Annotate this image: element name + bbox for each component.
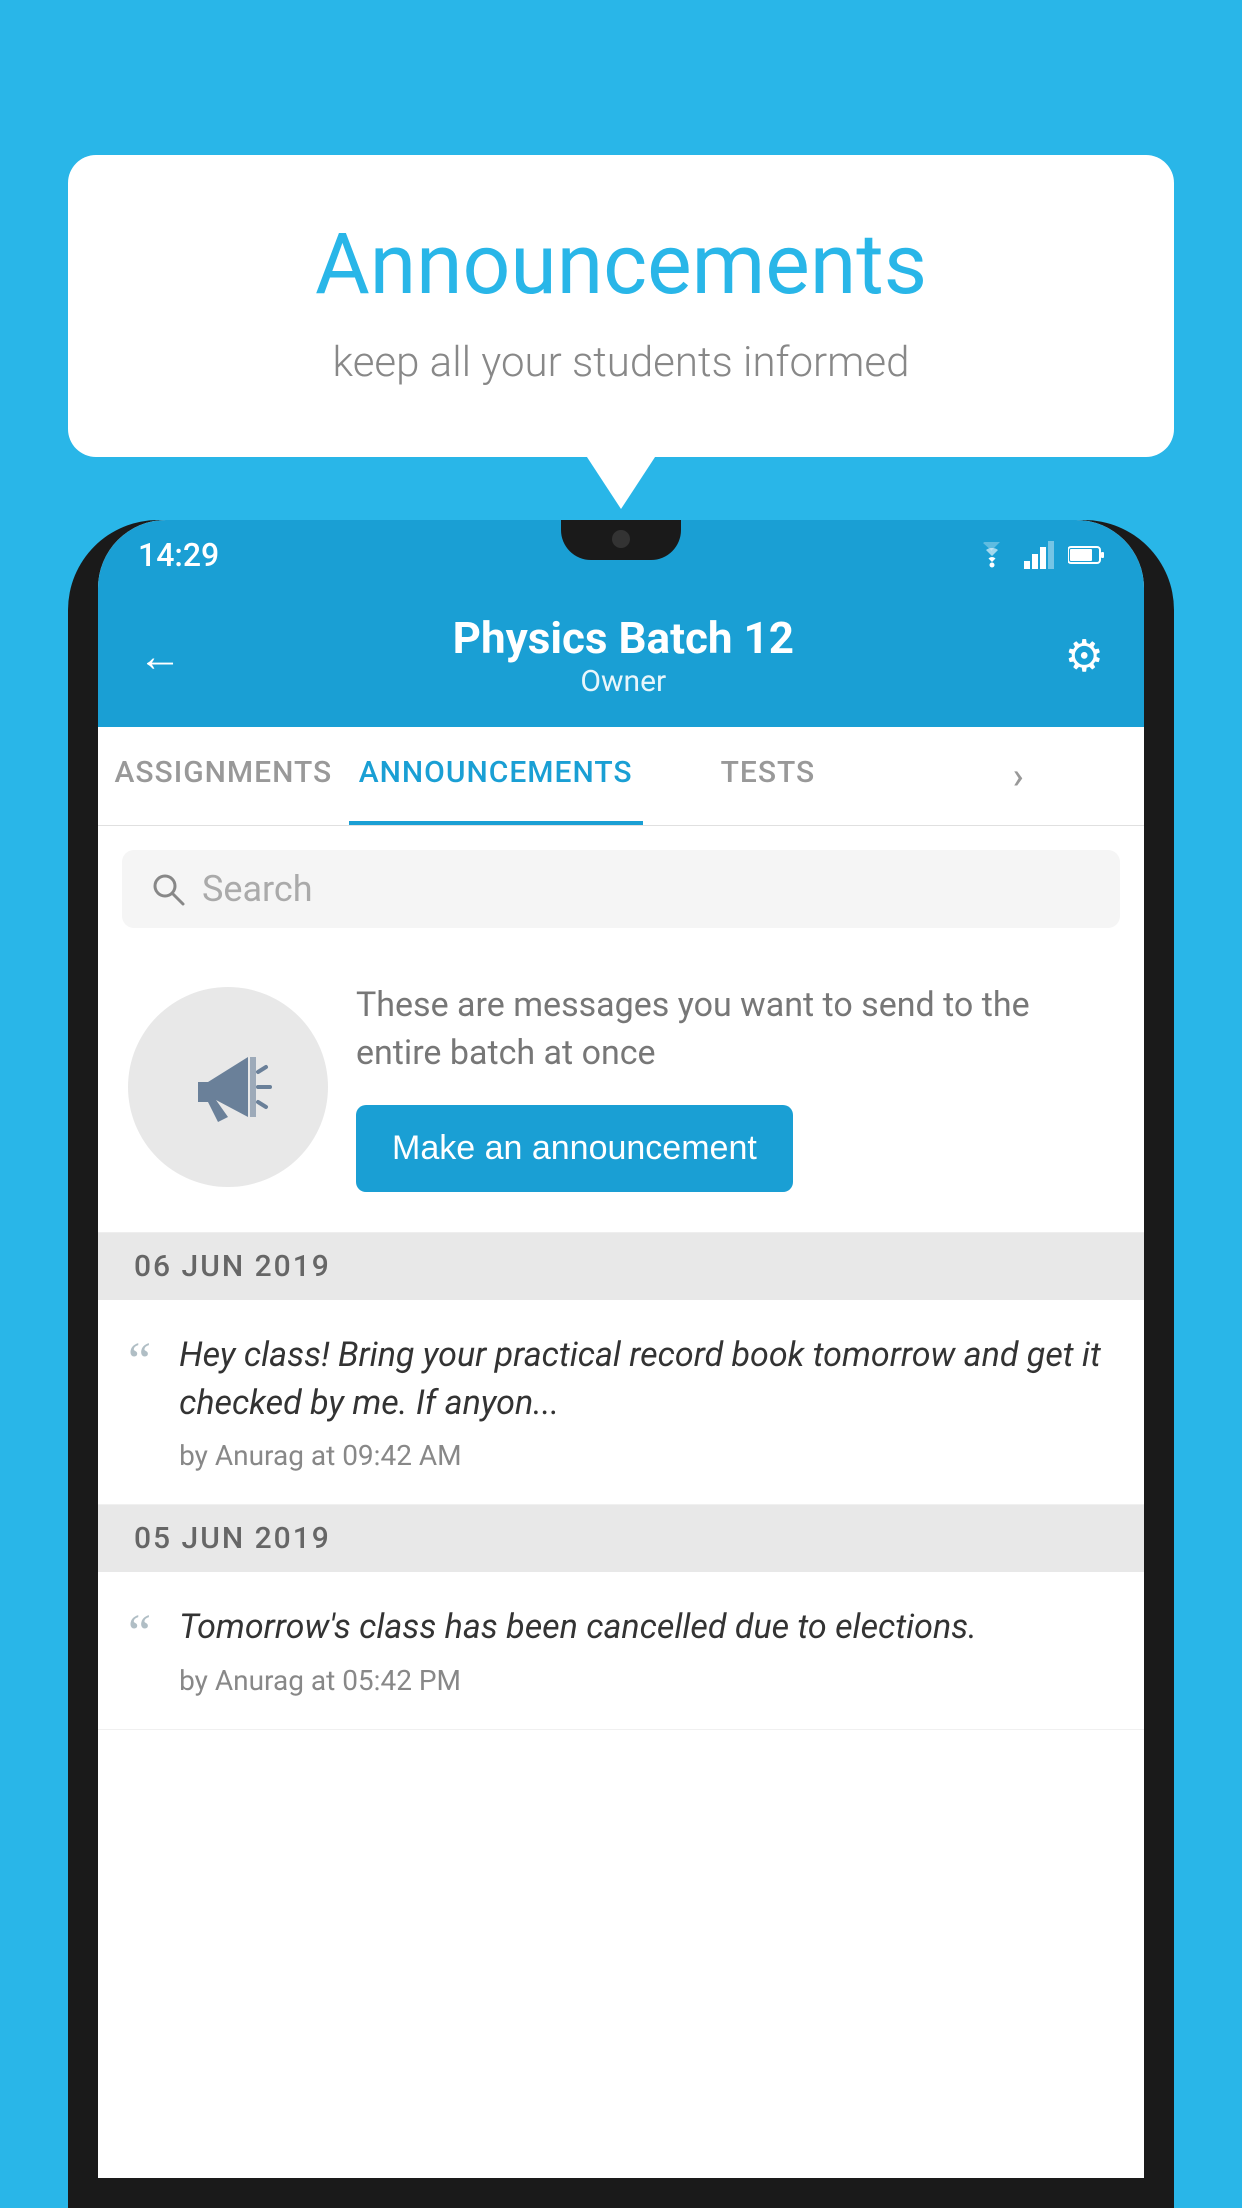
signal-icon: [1024, 541, 1054, 569]
notch: [561, 520, 681, 560]
announcement-message-1: Hey class! Bring your practical record b…: [179, 1332, 1114, 1427]
wifi-icon: [974, 542, 1010, 568]
announcement-content-1: Hey class! Bring your practical record b…: [179, 1332, 1114, 1472]
tabs-bar: ASSIGNMENTS ANNOUNCEMENTS TESTS ›: [98, 727, 1144, 826]
search-bar[interactable]: Search: [122, 850, 1120, 928]
announcement-item-1: “ Hey class! Bring your practical record…: [98, 1300, 1144, 1505]
promo-description: These are messages you want to send to t…: [356, 982, 1114, 1077]
date-header-1: 06 JUN 2019: [98, 1233, 1144, 1300]
status-bar: 14:29: [98, 520, 1144, 590]
quote-icon-1: “: [128, 1336, 151, 1388]
battery-icon: [1068, 545, 1104, 565]
app-header: ← Physics Batch 12 Owner ⚙: [98, 590, 1144, 727]
speech-bubble: Announcements keep all your students inf…: [68, 155, 1174, 457]
tab-tests[interactable]: TESTS: [643, 727, 894, 825]
status-time: 14:29: [138, 536, 219, 574]
header-title: Physics Batch 12: [453, 612, 794, 664]
announcement-content-2: Tomorrow's class has been cancelled due …: [179, 1604, 1114, 1697]
phone-frame: 14:29: [68, 520, 1174, 2208]
back-button[interactable]: ←: [138, 630, 182, 682]
phone-inner: 14:29: [98, 520, 1144, 2178]
settings-icon[interactable]: ⚙: [1065, 630, 1104, 682]
announcement-message-2: Tomorrow's class has been cancelled due …: [179, 1604, 1114, 1652]
search-placeholder: Search: [202, 868, 313, 910]
speech-bubble-container: Announcements keep all your students inf…: [68, 155, 1174, 457]
status-icons: [974, 541, 1104, 569]
megaphone-icon: [178, 1037, 278, 1137]
announcement-author-2: by Anurag at 05:42 PM: [179, 1664, 1114, 1697]
tab-more[interactable]: ›: [893, 727, 1144, 825]
search-icon: [150, 871, 186, 907]
announcement-item-2: “ Tomorrow's class has been cancelled du…: [98, 1572, 1144, 1730]
tab-assignments[interactable]: ASSIGNMENTS: [98, 727, 349, 825]
content-area: Search These are messages you want to se…: [98, 826, 1144, 1730]
make-announcement-button[interactable]: Make an announcement: [356, 1105, 793, 1192]
announcement-author-1: by Anurag at 09:42 AM: [179, 1439, 1114, 1472]
header-subtitle: Owner: [453, 664, 794, 699]
quote-icon-2: “: [128, 1608, 151, 1660]
header-center: Physics Batch 12 Owner: [453, 612, 794, 699]
promo-right: These are messages you want to send to t…: [356, 982, 1114, 1192]
speech-bubble-subtitle: keep all your students informed: [118, 338, 1124, 387]
promo-icon-circle: [128, 987, 328, 1187]
date-header-2: 05 JUN 2019: [98, 1505, 1144, 1572]
speech-bubble-title: Announcements: [118, 215, 1124, 314]
announcement-promo: These are messages you want to send to t…: [98, 952, 1144, 1233]
tab-announcements[interactable]: ANNOUNCEMENTS: [349, 727, 643, 825]
camera-dot: [612, 530, 630, 548]
